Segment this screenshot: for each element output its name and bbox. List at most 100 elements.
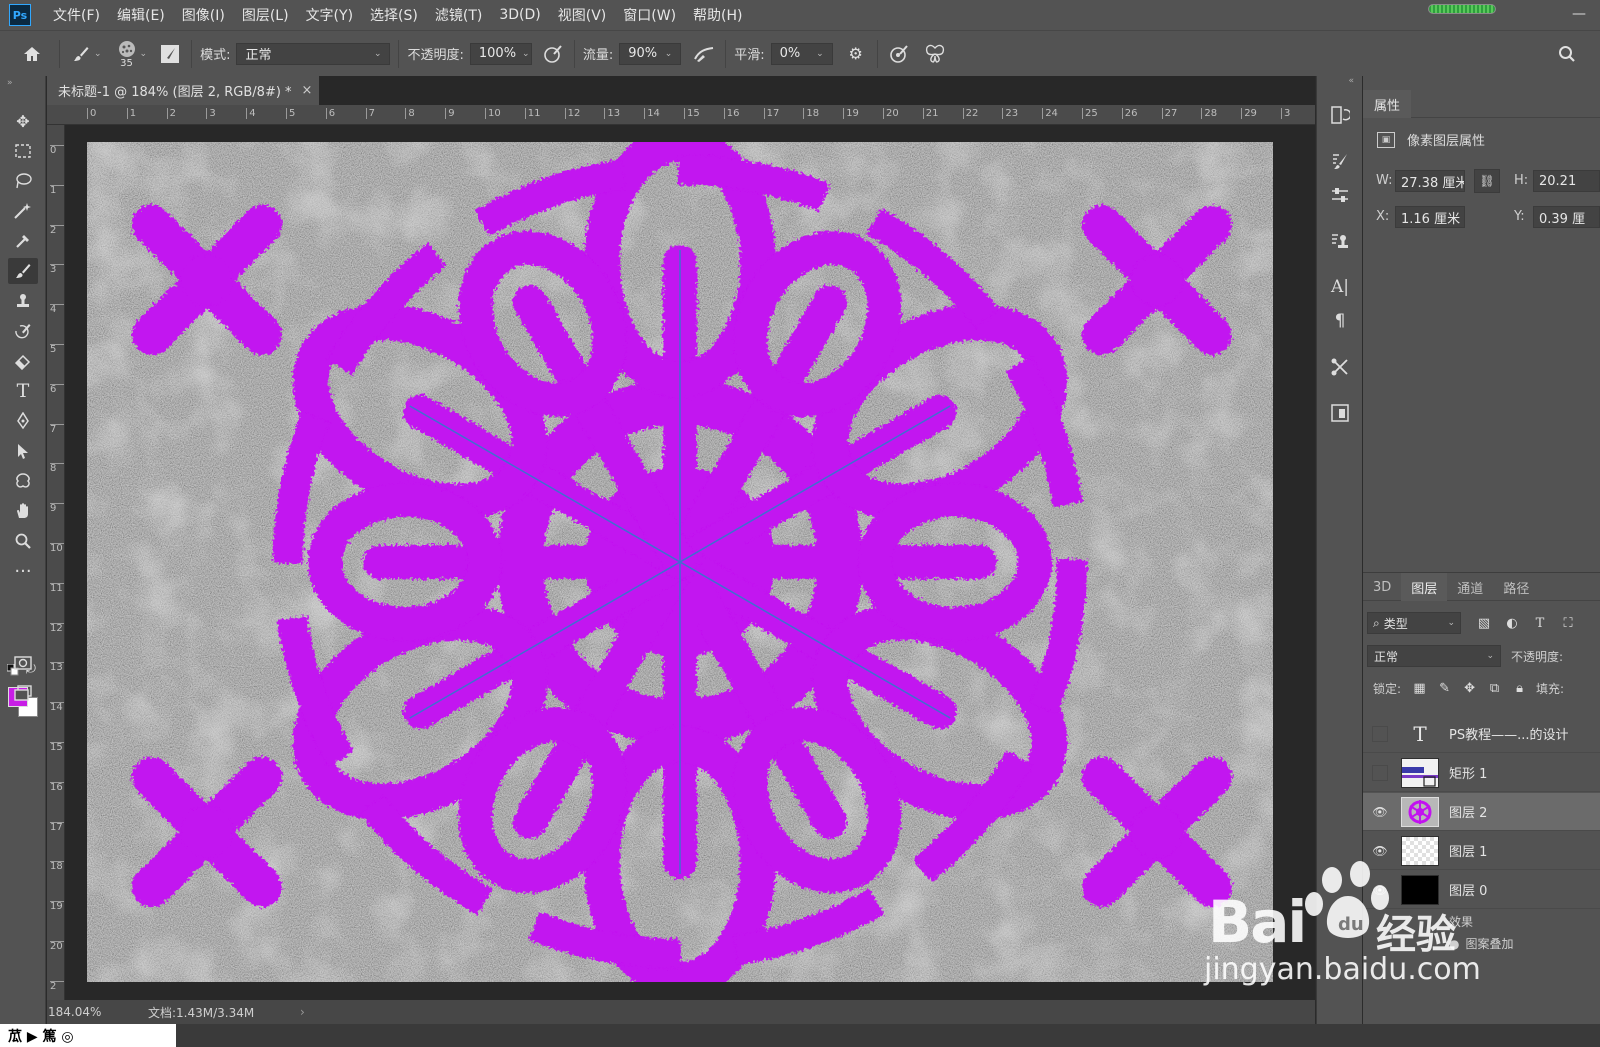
menu-select[interactable]: 选择(S) <box>370 5 418 25</box>
minimize-icon[interactable]: — <box>1572 6 1586 22</box>
height-field[interactable]: 20.21 <box>1533 170 1600 192</box>
gear-icon[interactable]: ⚙ <box>843 41 869 67</box>
type-tool-icon[interactable]: T <box>8 378 38 404</box>
hand-tool-icon[interactable] <box>8 498 38 524</box>
move-tool-icon[interactable]: ✥ <box>8 108 38 134</box>
width-field[interactable]: 27.38 厘米 <box>1395 170 1465 192</box>
brush-settings-icon[interactable] <box>1327 148 1353 174</box>
smoothing-field[interactable]: 0% ⌄ <box>770 42 833 65</box>
tab-paths[interactable]: 路径 <box>1493 573 1539 601</box>
tool-presets-icon[interactable] <box>1327 354 1353 380</box>
lock-all-icon[interactable]: 🔒︎ <box>1507 681 1532 696</box>
marquee-tool-icon[interactable] <box>8 138 38 164</box>
menu-window[interactable]: 窗口(W) <box>623 5 676 25</box>
horizontal-ruler[interactable]: 0 1 2 3 4 5 6 7 8 9 10 11 12 13 14 15 16 17 18 19 20 21 22 23 24… <box>47 105 1315 125</box>
filter-pixel-icon[interactable]: ▧ <box>1471 616 1497 631</box>
visibility-toggle[interactable] <box>1372 725 1388 742</box>
eraser-tool-icon[interactable] <box>8 348 38 374</box>
eye-icon[interactable]: ● <box>1449 937 1459 951</box>
menu-filter[interactable]: 滤镜(T) <box>435 5 482 25</box>
lock-transparency-icon[interactable]: ▦ <box>1407 681 1432 696</box>
eye-icon[interactable]: 👁︎ <box>1369 843 1391 859</box>
filter-type-icon[interactable]: T <box>1527 616 1553 631</box>
collapse-double-chevron-icon[interactable]: » <box>7 78 13 88</box>
effect-pattern-overlay[interactable]: ● 图案叠加 <box>1449 935 1514 952</box>
more-tools-ellipsis-icon[interactable]: ··· <box>8 558 38 584</box>
tab-channels[interactable]: 通道 <box>1447 573 1493 601</box>
menu-type[interactable]: 文字(Y) <box>306 5 353 25</box>
layer-row[interactable]: 👁︎ 图层 0 <box>1363 871 1600 909</box>
pen-tool-icon[interactable] <box>8 408 38 434</box>
airbrush-icon[interactable] <box>691 41 717 67</box>
collapse-double-chevron-icon[interactable]: « <box>1348 76 1354 86</box>
brush-tool-icon[interactable] <box>8 258 38 284</box>
pressure-size-icon[interactable] <box>886 41 912 67</box>
ruler-tick-label: 3 <box>1281 108 1290 119</box>
brush-tool-icon[interactable] <box>68 41 94 67</box>
lasso-tool-icon[interactable] <box>8 168 38 194</box>
menu-view[interactable]: 视图(V) <box>558 5 607 25</box>
magic-wand-tool-icon[interactable] <box>8 198 38 224</box>
close-icon[interactable]: × <box>302 83 313 98</box>
canvas-artwork[interactable] <box>87 126 1273 998</box>
history-brush-tool-icon[interactable] <box>8 318 38 344</box>
menu-layer[interactable]: 图层(L) <box>242 5 289 25</box>
paragraph-panel-icon[interactable]: ¶ <box>1327 308 1353 334</box>
link-proportions-icon[interactable]: ⛓ <box>1474 169 1500 193</box>
menu-edit[interactable]: 编辑(E) <box>117 5 165 25</box>
opacity-field[interactable]: 100% ⌄ <box>469 42 532 65</box>
glyphs-panel-icon[interactable] <box>1327 400 1353 426</box>
layer-row[interactable]: 👁︎ 图层 1 <box>1363 832 1600 870</box>
layer-filter-select[interactable]: ⌕ 类型 ⌄ <box>1367 612 1461 634</box>
canvas[interactable] <box>87 126 1273 998</box>
eye-icon[interactable]: 👁︎ <box>1369 804 1391 820</box>
chevron-down-icon[interactable]: ⌄ <box>94 49 102 59</box>
adjustments-sliders-icon[interactable] <box>1327 182 1353 208</box>
menu-file[interactable]: 文件(F) <box>53 5 100 25</box>
layer-row[interactable]: 矩形 1 <box>1363 754 1600 792</box>
eye-icon[interactable]: 👁︎ <box>1369 882 1391 898</box>
x-field[interactable]: 1.16 厘米 <box>1395 206 1465 228</box>
zoom-level[interactable]: 184.04% <box>48 1005 128 1019</box>
mode-select[interactable]: 正常 ⌄ <box>236 42 391 65</box>
pressure-opacity-icon[interactable] <box>540 41 566 67</box>
layer-row[interactable]: T PS教程——...的设计 <box>1363 715 1600 753</box>
lock-artboard-icon[interactable]: ⧉ <box>1482 681 1507 696</box>
eyedropper-tool-icon[interactable] <box>8 228 38 254</box>
blend-mode-select[interactable]: 正常 ⌄ <box>1367 645 1501 667</box>
layer-row[interactable]: 👁︎ 图层 2 <box>1363 793 1600 831</box>
vertical-ruler[interactable]: 0 1 2 3 4 5 6 7 8 9 10 11 12 13 14 15 16 17 18 19 20 2 <box>47 125 65 1005</box>
character-panel-icon[interactable]: A| <box>1327 274 1353 300</box>
photoshop-logo-icon[interactable]: Ps <box>9 4 31 26</box>
quick-mask-icon[interactable] <box>8 650 38 676</box>
brush-preset-picker[interactable]: 35 <box>116 39 138 69</box>
tab-3d[interactable]: 3D <box>1363 573 1401 601</box>
lock-pixels-brush-icon[interactable]: ✎ <box>1432 681 1457 696</box>
menu-3d[interactable]: 3D(D) <box>499 7 540 23</box>
screen-mode-icon[interactable] <box>8 680 38 706</box>
document-tab[interactable]: 未标题-1 @ 184% (图层 2, RGB/8#) * × <box>47 76 319 105</box>
visibility-toggle[interactable] <box>1372 764 1388 781</box>
flow-field[interactable]: 90% ⌄ <box>619 42 682 65</box>
chevron-down-icon[interactable]: ⌄ <box>140 49 148 59</box>
tab-properties[interactable]: 属性 <box>1363 90 1412 118</box>
clone-stamp-tool-icon[interactable] <box>8 288 38 314</box>
menu-help[interactable]: 帮助(H) <box>693 5 742 25</box>
clone-source-icon[interactable] <box>1327 228 1353 254</box>
lock-position-icon[interactable]: ✥ <box>1457 681 1482 696</box>
panel-icon-strip: « A| ¶ <box>1316 76 1362 1024</box>
home-icon[interactable] <box>19 41 45 67</box>
filter-shape-icon[interactable]: ⛶ <box>1555 616 1581 631</box>
menu-image[interactable]: 图像(I) <box>182 5 225 25</box>
history-panel-icon[interactable] <box>1327 102 1353 128</box>
symmetry-butterfly-icon[interactable] <box>922 41 948 67</box>
custom-shape-tool-icon[interactable] <box>8 468 38 494</box>
brush-settings-panel-icon[interactable] <box>157 41 183 67</box>
status-menu-arrow-icon[interactable]: › <box>300 1005 305 1019</box>
search-icon[interactable] <box>1554 41 1580 67</box>
filter-adjustment-icon[interactable]: ◐ <box>1499 616 1525 631</box>
y-field[interactable]: 0.39 厘 <box>1533 206 1600 228</box>
zoom-tool-icon[interactable] <box>8 528 38 554</box>
tab-layers[interactable]: 图层 <box>1401 573 1448 601</box>
path-selection-tool-icon[interactable] <box>8 438 38 464</box>
